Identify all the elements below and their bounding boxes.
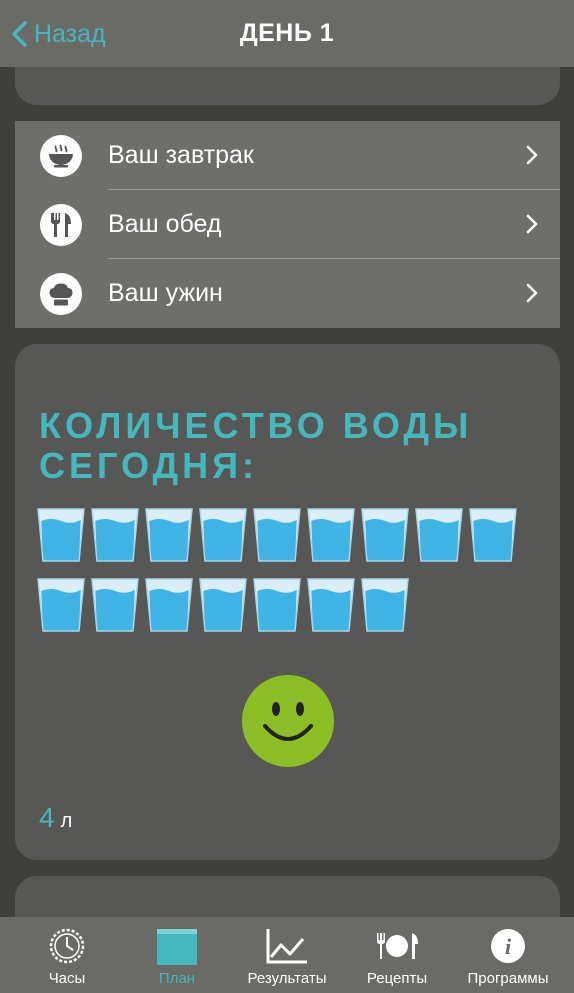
calendar-icon — [157, 929, 197, 965]
chef-hat-icon — [40, 273, 82, 315]
tab-label: Рецепты — [366, 970, 428, 987]
water-glass-icon[interactable] — [307, 577, 355, 633]
svg-text:i: i — [505, 934, 512, 959]
soup-bowl-icon — [40, 135, 82, 177]
scroll-content[interactable]: Ваш завтрак Ваш обед Ваш ужин КОЛИЧЕСТВО… — [0, 67, 574, 917]
meal-label: Ваш ужин — [108, 279, 223, 307]
chevron-right-icon — [526, 283, 538, 303]
glass-row — [37, 507, 537, 563]
tab-clock[interactable]: Часы — [10, 917, 124, 993]
water-glass-icon[interactable] — [37, 507, 85, 563]
water-glass-icon[interactable] — [253, 577, 301, 633]
water-title: КОЛИЧЕСТВО ВОДЫ СЕГОДНЯ: — [39, 405, 473, 486]
meal-row-lunch[interactable]: Ваш обед — [15, 190, 560, 259]
chevron-right-icon — [526, 145, 538, 165]
tab-label: Часы — [48, 970, 86, 987]
water-glass-icon[interactable] — [415, 507, 463, 563]
water-card: КОЛИЧЕСТВО ВОДЫ СЕГОДНЯ: 4л — [15, 344, 560, 860]
tab-recipes[interactable]: Рецепты — [340, 917, 454, 993]
tab-label: Результаты — [247, 970, 327, 987]
nav-bar: Назад ДЕНЬ 1 — [0, 0, 574, 67]
plate-cutlery-icon — [377, 933, 418, 959]
tab-bar: Часы План Результаты Рецепты i Программы — [0, 917, 574, 993]
clock-icon — [49, 928, 85, 964]
water-glass-icon[interactable] — [253, 507, 301, 563]
water-glass-icon[interactable] — [145, 577, 193, 633]
water-glass-icon[interactable] — [199, 577, 247, 633]
tab-label: План — [158, 970, 196, 987]
water-glass-icon[interactable] — [145, 507, 193, 563]
water-amount-unit: л — [60, 810, 73, 832]
meal-row-dinner[interactable]: Ваш ужин — [15, 259, 560, 328]
page-title: ДЕНЬ 1 — [239, 19, 335, 47]
water-glass-icon[interactable] — [361, 507, 409, 563]
tab-plan[interactable]: План — [120, 917, 234, 993]
water-glasses — [37, 507, 537, 647]
smiley-icon — [242, 675, 334, 767]
tab-label: Программы — [467, 970, 549, 987]
water-glass-icon[interactable] — [307, 507, 355, 563]
water-glass-icon[interactable] — [37, 577, 85, 633]
water-glass-icon[interactable] — [91, 507, 139, 563]
water-glass-icon[interactable] — [361, 577, 409, 633]
water-glass-icon[interactable] — [199, 507, 247, 563]
chevron-right-icon — [526, 214, 538, 234]
meal-label: Ваш завтрак — [108, 141, 254, 169]
water-amount: 4л — [39, 802, 72, 834]
meal-label: Ваш обед — [108, 210, 222, 238]
meals-list: Ваш завтрак Ваш обед Ваш ужин — [15, 121, 560, 328]
previous-card — [15, 67, 560, 105]
glass-row — [37, 577, 537, 633]
chart-icon — [266, 929, 307, 964]
tab-results[interactable]: Результаты — [230, 917, 344, 993]
meal-row-breakfast[interactable]: Ваш завтрак — [15, 121, 560, 190]
tab-programs[interactable]: i Программы — [451, 917, 565, 993]
water-amount-value: 4 — [39, 802, 55, 833]
fork-knife-icon — [40, 204, 82, 246]
next-card — [15, 876, 560, 917]
water-glass-icon[interactable] — [469, 507, 517, 563]
water-glass-icon[interactable] — [91, 577, 139, 633]
info-icon: i — [491, 929, 525, 963]
